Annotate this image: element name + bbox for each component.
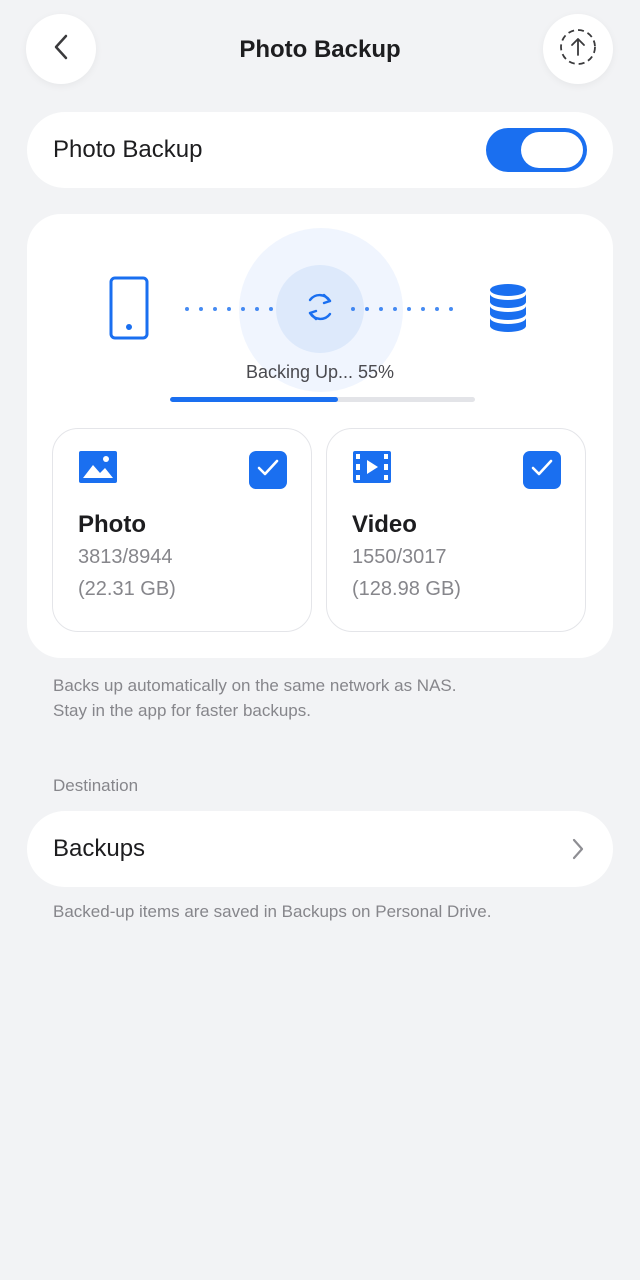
sync-icon xyxy=(302,289,338,330)
backup-status-card: Backing Up... 55% Photo 3813/8944 (22.31… xyxy=(27,214,613,658)
backup-progress-fill xyxy=(170,397,338,402)
database-icon xyxy=(487,282,529,339)
photo-size: (22.31 GB) xyxy=(78,578,176,600)
photo-backup-toggle-row: Photo Backup xyxy=(27,112,613,188)
connection-dots-right xyxy=(351,307,453,311)
video-size: (128.98 GB) xyxy=(352,578,461,600)
image-icon xyxy=(79,451,117,488)
backup-info-line-1: Backs up automatically on the same netwo… xyxy=(53,676,457,695)
checkmark-icon xyxy=(531,459,553,482)
photo-media-card[interactable]: Photo 3813/8944 (22.31 GB) xyxy=(52,428,312,632)
phone-icon xyxy=(109,276,149,345)
photo-title: Photo xyxy=(78,511,146,538)
upload-button[interactable] xyxy=(543,14,613,84)
backup-status-text: Backing Up... 55% xyxy=(245,362,395,382)
upload-arrow-icon xyxy=(558,27,598,72)
backup-info-text: Backs up automatically on the same netwo… xyxy=(53,673,456,723)
video-checkbox[interactable] xyxy=(523,451,561,489)
backup-progress-bar xyxy=(170,397,475,402)
backup-info-line-2: Stay in the app for faster backups. xyxy=(53,701,311,720)
toggle-knob xyxy=(521,132,583,168)
photo-checkbox[interactable] xyxy=(249,451,287,489)
checkmark-icon xyxy=(257,459,279,482)
destination-row[interactable]: Backups xyxy=(27,811,613,887)
destination-footer-text: Backed-up items are saved in Backups on … xyxy=(53,902,492,921)
chevron-right-icon xyxy=(571,837,585,866)
destination-section-label: Destination xyxy=(53,776,139,795)
destination-value: Backups xyxy=(53,835,146,862)
photo-count: 3813/8944 xyxy=(78,546,173,568)
photo-backup-toggle-label: Photo Backup xyxy=(53,136,203,163)
video-count: 1550/3017 xyxy=(352,546,447,568)
video-title: Video xyxy=(352,511,417,538)
photo-backup-toggle[interactable] xyxy=(486,128,587,172)
film-icon xyxy=(353,451,391,488)
video-media-card[interactable]: Video 1550/3017 (128.98 GB) xyxy=(326,428,586,632)
